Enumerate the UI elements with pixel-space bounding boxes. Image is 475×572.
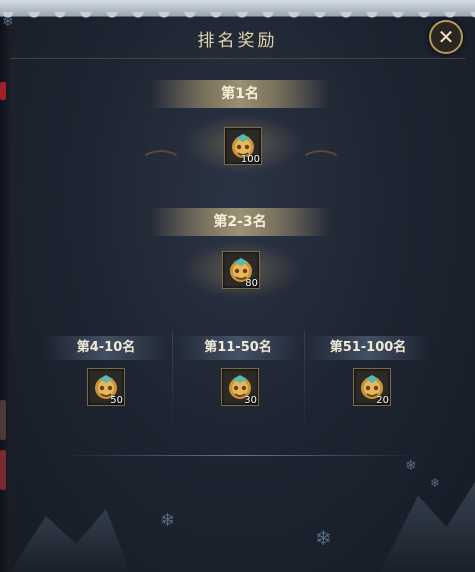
window-title: 排名奖励 <box>197 31 278 51</box>
tier-4-10-banner: 第4-10名 <box>44 336 168 360</box>
snowflake-icon: ❄ <box>315 526 332 550</box>
mountain-decor <box>10 509 130 572</box>
left-red-mark-2 <box>0 450 6 490</box>
ornament-swirl-left <box>140 150 182 176</box>
tier-divider <box>304 332 305 432</box>
tier-51-100-banner: 第51-100名 <box>306 336 430 360</box>
tier-11-50-quantity: 30 <box>244 395 257 406</box>
ranking-rewards-panel: ❄ 排名奖励 ✕ 第1名 100 第2-3名 80 第4-10名 50 第11-… <box>0 0 475 572</box>
ornament-swirl-right <box>300 150 342 176</box>
snow-top-edge <box>0 0 475 22</box>
tier-11-50-reward-item[interactable]: 30 <box>221 368 259 406</box>
rank-2-3-banner: 第2-3名 <box>150 208 330 236</box>
tier-11-50-banner: 第11-50名 <box>176 336 300 360</box>
left-red-mark <box>0 82 6 100</box>
left-edge <box>0 0 10 572</box>
close-button[interactable]: ✕ <box>429 20 463 54</box>
tier-divider <box>172 332 173 432</box>
snowflake-icon: ❄ <box>405 458 417 474</box>
rank-2-3-quantity: 80 <box>245 278 258 289</box>
rank-1-quantity: 100 <box>240 154 260 165</box>
rank-1-banner: 第1名 <box>150 80 330 108</box>
tier-4-10-label: 第4-10名 <box>76 340 136 355</box>
snowflake-icon: ❄ <box>160 510 176 531</box>
bottom-divider <box>60 455 420 456</box>
mountain-decor <box>380 482 475 572</box>
tier-51-100-quantity: 20 <box>376 395 389 406</box>
tier-4-10-quantity: 50 <box>110 395 123 406</box>
left-dark-mark <box>0 400 6 440</box>
tier-51-100-reward-item[interactable]: 20 <box>353 368 391 406</box>
rank-1-label: 第1名 <box>221 86 259 102</box>
tier-51-100-label: 第51-100名 <box>329 340 407 355</box>
rank-2-3-label: 第2-3名 <box>213 214 267 230</box>
rank-2-3-reward-item[interactable]: 80 <box>222 251 260 289</box>
tier-4-10-reward-item[interactable]: 50 <box>87 368 125 406</box>
rank-1-reward-item[interactable]: 100 <box>224 127 262 165</box>
header: 排名奖励 <box>10 16 465 59</box>
snowflake-icon: ❄ <box>430 476 441 490</box>
tier-11-50-label: 第11-50名 <box>204 340 272 355</box>
close-icon: ✕ <box>437 25 455 49</box>
